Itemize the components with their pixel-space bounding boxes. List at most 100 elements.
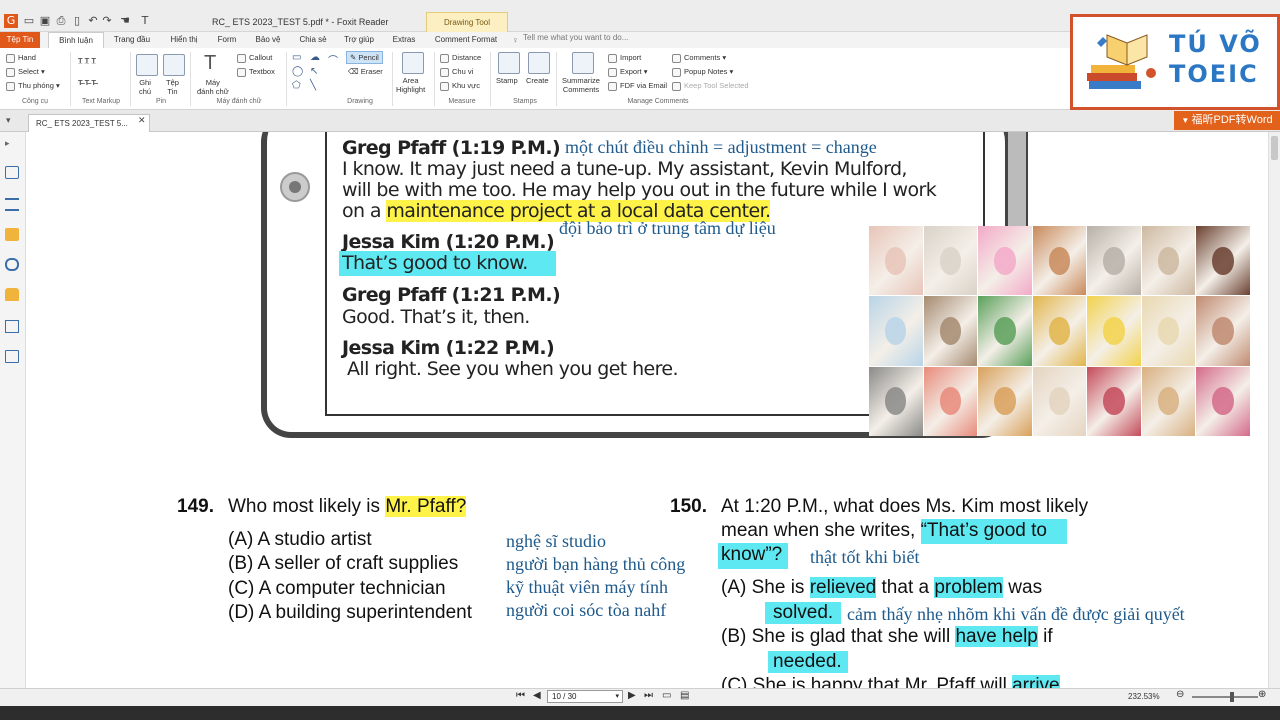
tab-comment-format[interactable]: Comment Format (428, 32, 504, 48)
comments-dropdown[interactable]: Comments ▾ (672, 53, 726, 63)
attachments-icon[interactable] (5, 258, 19, 271)
strikeout-text-icon[interactable]: T̶ T̶ T̶ (78, 78, 96, 87)
redo-icon[interactable]: ↷ (100, 14, 114, 28)
summarize-comments-button[interactable]: Summarize Comments (562, 76, 600, 94)
hand-tool-icon[interactable]: ☚ (118, 14, 132, 28)
continuous-page-icon[interactable]: ▤ (680, 690, 689, 701)
note-icon[interactable] (136, 54, 158, 76)
tab-view[interactable]: Hiển thị (160, 32, 208, 48)
undo-icon[interactable]: ↶ (86, 14, 100, 28)
zoom-out-icon[interactable]: ⊖ (1176, 689, 1184, 700)
page-dropdown-icon[interactable]: ▾ (615, 691, 619, 703)
typewriter-icon[interactable]: T (204, 52, 216, 75)
distance-tool[interactable]: Distance (440, 53, 481, 63)
save-icon[interactable]: ▣ (38, 14, 52, 28)
zoom-in-icon[interactable]: ⊕ (1258, 689, 1266, 700)
close-tab-icon[interactable]: ✕ (138, 115, 146, 126)
group-label-pin: Pin (155, 98, 167, 105)
vertical-scrollbar[interactable] (1268, 132, 1280, 688)
textbox-tool[interactable]: Textbox (237, 67, 275, 77)
new-icon[interactable]: ▯ (70, 14, 84, 28)
file-attach-button[interactable]: Tệp Tin (166, 78, 179, 96)
shape-polygon-icon[interactable]: ⬠ (292, 80, 301, 91)
create-stamp-icon[interactable] (528, 52, 550, 74)
pdf-to-word-button[interactable]: ▼ 福昕PDF转Word (1174, 111, 1280, 130)
collage-photo (1087, 366, 1141, 436)
tab-form[interactable]: Form (210, 32, 244, 48)
stamp-icon[interactable] (498, 52, 520, 74)
shape-rect-icon[interactable]: ▭ (292, 52, 301, 63)
area-highlight-icon[interactable] (402, 52, 424, 74)
stamp-button[interactable]: Stamp (496, 76, 518, 85)
divider (434, 52, 435, 106)
callout-tool[interactable]: Callout (237, 53, 272, 63)
text-tool-icon[interactable]: T (138, 14, 152, 28)
document-tab[interactable]: RC_ ETS 2023_TEST 5... (28, 114, 150, 132)
collage-photo-detail (1157, 317, 1180, 345)
tab-comment[interactable]: Bình luận (48, 32, 104, 48)
summarize-icon[interactable] (572, 52, 594, 74)
shape-polyline-icon[interactable]: ⌒ (328, 52, 338, 67)
tell-me-search[interactable]: Tell me what you want to do... (523, 33, 628, 42)
tab-share[interactable]: Chia sẻ (292, 32, 334, 48)
area-highlight-button[interactable]: Area Highlight (396, 76, 425, 94)
tab-extras[interactable]: Extras (384, 32, 424, 48)
tab-protect[interactable]: Bảo vệ (248, 32, 288, 48)
group-label-tools: Công cụ (21, 98, 49, 105)
single-page-icon[interactable]: ▭ (662, 690, 671, 701)
tab-help[interactable]: Trợ giúp (338, 32, 380, 48)
shape-cloud-icon[interactable]: ☁ (310, 52, 320, 63)
drawing-tool-context-tab[interactable]: Drawing Tool (426, 12, 508, 32)
highlight-text-icon[interactable]: T̲ T̲ T̲ (78, 56, 96, 65)
file-attach-icon[interactable] (163, 54, 185, 76)
keep-tool-selected-button[interactable]: Keep Tool Selected (672, 81, 749, 91)
next-page-icon[interactable]: ▶ (628, 690, 636, 701)
taskbar-strip (0, 706, 1280, 720)
group-label-text-markup: Text Markup (81, 98, 121, 105)
distance-icon (440, 53, 449, 63)
open-icon[interactable]: ▭ (22, 14, 36, 28)
tab-home[interactable]: Trang đầu (108, 32, 156, 48)
first-page-icon[interactable]: ⏮ (516, 690, 525, 701)
collage-photo (1087, 226, 1141, 296)
layers-icon[interactable] (5, 350, 19, 363)
shape-oval-icon[interactable]: ◯ (292, 66, 303, 77)
perimeter-tool[interactable]: Chu vi (440, 67, 473, 77)
typewriter-button[interactable]: Máy đánh chữ (197, 78, 229, 96)
zoom-tool[interactable]: Thu phóng ▾ (6, 81, 60, 91)
lock-icon[interactable] (5, 288, 19, 301)
shape-arrow-icon[interactable]: ↖ (310, 66, 318, 77)
signature-icon[interactable] (5, 320, 19, 333)
print-icon[interactable]: ⎙ (54, 14, 68, 28)
last-page-icon[interactable]: ⏭ (644, 690, 653, 701)
collage-photo (869, 296, 923, 366)
eraser-tool[interactable]: ⌫ Eraser (348, 67, 383, 76)
shape-line-icon[interactable]: ╲ (310, 80, 316, 91)
pages-icon[interactable] (5, 198, 19, 211)
cyan-highlight: That’s good to know. (339, 251, 556, 276)
area-tool[interactable]: Khu vực (440, 81, 480, 91)
prev-page-icon[interactable]: ◀ (533, 690, 541, 701)
bookmark-icon[interactable] (5, 166, 19, 179)
pencil-tool[interactable]: ✎ Pencil (346, 51, 383, 64)
zoom-slider-handle[interactable] (1230, 692, 1234, 702)
tab-file[interactable]: Tệp Tin (0, 32, 40, 48)
pencil-label: Pencil (358, 53, 379, 62)
collage-photo (869, 226, 923, 296)
select-tool[interactable]: Select ▾ (6, 67, 45, 77)
scroll-thumb[interactable] (1271, 136, 1278, 160)
fdf-label: FDF via Email (620, 81, 668, 90)
create-stamp-button[interactable]: Create (526, 76, 549, 85)
note-button[interactable]: Ghi chú (139, 78, 151, 96)
popup-notes-dropdown[interactable]: Popup Notes ▾ (672, 67, 733, 77)
import-button[interactable]: Import (608, 53, 641, 63)
page-number-field[interactable]: 10 / 30 ▾ (547, 690, 623, 703)
hand-tool[interactable]: Hand (6, 53, 36, 63)
arrow-down-icon: ▼ (1181, 116, 1192, 125)
tab-list-icon[interactable]: ▾ (6, 115, 11, 126)
zoom-slider[interactable] (1192, 696, 1258, 698)
fdf-email-button[interactable]: FDF via Email (608, 81, 667, 91)
export-button[interactable]: Export ▾ (608, 67, 648, 77)
collapse-panel-icon[interactable]: ▸ (5, 138, 19, 151)
comments-panel-icon[interactable] (5, 228, 19, 241)
